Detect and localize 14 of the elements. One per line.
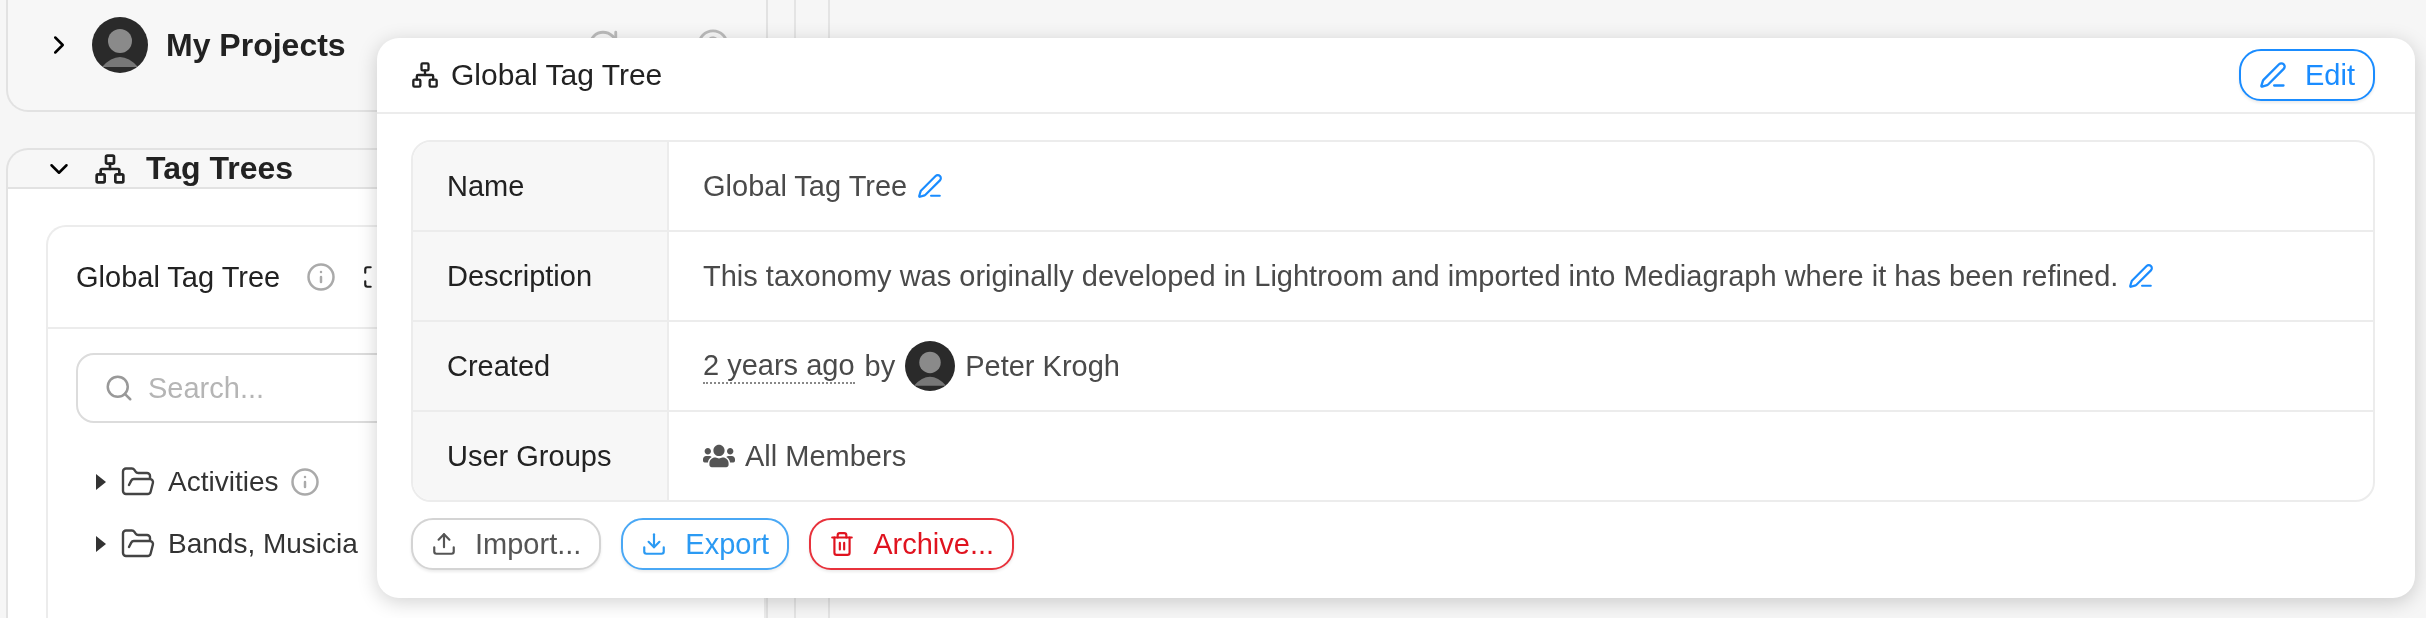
by-text: by [864,349,896,383]
popover-title: Global Tag Tree [451,58,664,92]
row-label: User Groups [413,412,669,500]
row-label: Created [413,322,669,410]
field-value: Global Tag Tree [703,169,908,203]
row-label: Description [413,232,669,320]
tree-title: Global Tag Tree [76,260,281,294]
group-name: All Members [745,439,907,473]
section-title: My Projects [166,26,346,64]
user-name: Peter Krogh [965,349,1120,383]
row-label: Name [413,142,669,230]
field-value: This taxonomy was originally developed in Lightroom and imported into Mediagraph where it has been refined. [703,259,2119,293]
relative-time: 2 years ago [703,348,855,384]
section-title: Tag Trees [146,150,294,187]
